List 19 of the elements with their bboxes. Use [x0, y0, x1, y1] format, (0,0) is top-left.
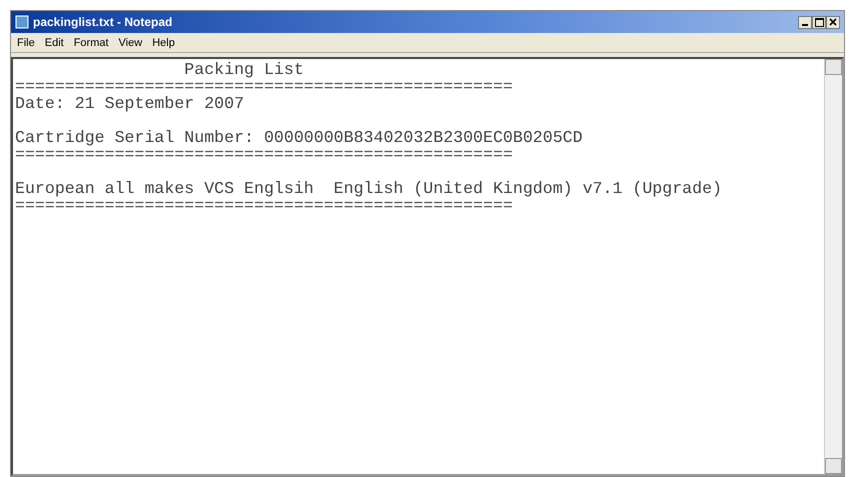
- separator-line: ==================================================: [15, 146, 514, 163]
- text-line: European all makes VCS Englsih English (United Kingdom) v7.1 (Upgrade): [15, 180, 724, 197]
- menu-item[interactable]: Help: [152, 36, 175, 48]
- close-button[interactable]: [826, 16, 840, 28]
- menu-item[interactable]: Edit: [44, 36, 64, 48]
- window-title: packinglist.txt - Notepad: [33, 15, 172, 29]
- separator-line: ==================================================: [15, 197, 513, 214]
- maximize-icon: [814, 18, 824, 26]
- menu-item[interactable]: File: [17, 36, 35, 48]
- notepad-icon: [15, 15, 29, 29]
- separator-line: ==================================================: [15, 78, 514, 95]
- maximize-button[interactable]: [812, 16, 826, 28]
- text-line: Packing List: [183, 61, 305, 78]
- minimize-button[interactable]: [798, 16, 812, 28]
- menu-item[interactable]: Format: [74, 36, 109, 48]
- text-line: Date: 21 September 2007: [15, 95, 246, 112]
- text-line: Cartridge Serial Number: 00000000B83402032B2300EC0B0205CD: [15, 129, 584, 146]
- close-icon: [829, 18, 837, 26]
- menu-item[interactable]: View: [118, 36, 142, 48]
